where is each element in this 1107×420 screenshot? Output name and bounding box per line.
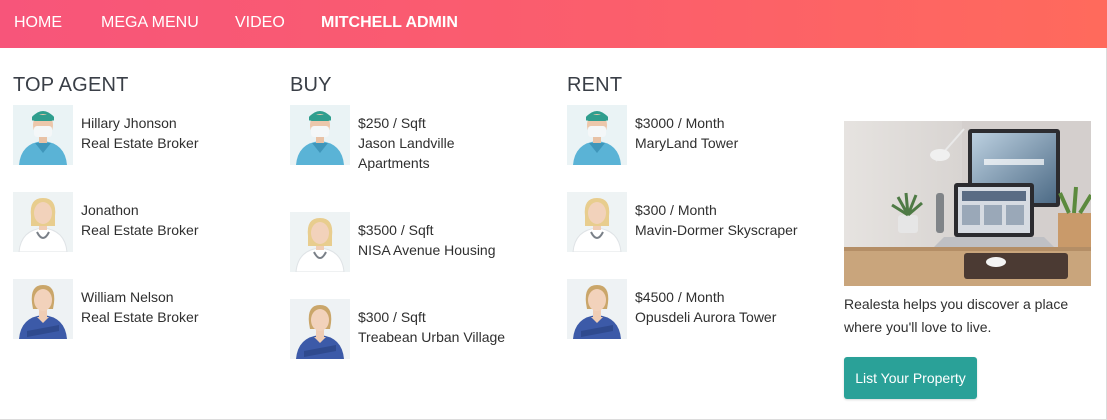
listing-price: $4500 / Month: [635, 289, 725, 305]
listing-price: $3500 / Sqft: [358, 222, 434, 238]
agent-card[interactable]: Hillary Jhonson Real Estate Broker: [13, 105, 283, 169]
agent-card[interactable]: Jonathon Real Estate Broker: [13, 192, 283, 256]
agent-role: Real Estate Broker: [81, 309, 199, 325]
nav-mega-menu[interactable]: MEGA MENU: [101, 14, 199, 32]
column-title-top-agent: TOP AGENT: [13, 74, 129, 96]
rent-listing-card[interactable]: $4500 / Month Opusdeli Aurora Tower: [567, 279, 837, 343]
avatar: [13, 192, 73, 252]
listing-price: $250 / Sqft: [358, 115, 426, 131]
agent-role: Real Estate Broker: [81, 222, 199, 238]
listing-name: Treabean Urban Village: [358, 329, 506, 345]
agent-role: Real Estate Broker: [81, 135, 199, 151]
agent-name: Hillary Jhonson: [81, 115, 177, 131]
listing-price: $300 / Sqft: [358, 309, 426, 325]
listing-thumbnail: [290, 105, 350, 165]
nav-video[interactable]: VIDEO: [235, 14, 285, 32]
buy-listing-card[interactable]: $300 / Sqft Treabean Urban Village: [290, 299, 560, 363]
top-navbar: HOME MEGA MENU VIDEO MITCHELL ADMIN: [0, 0, 1107, 48]
listing-thumbnail: [567, 192, 627, 252]
listing-name: Opusdeli Aurora Tower: [635, 309, 777, 325]
agent-card[interactable]: William Nelson Real Estate Broker: [13, 279, 283, 343]
listing-price: $300 / Month: [635, 202, 717, 218]
listing-name: NISA Avenue Housing: [358, 242, 496, 258]
promo-laptop-image: [844, 121, 1091, 286]
buy-listing-card[interactable]: $250 / Sqft Jason Landville Apartments: [290, 105, 560, 185]
nav-user-menu[interactable]: MITCHELL ADMIN: [321, 14, 458, 32]
listing-name: MaryLand Tower: [635, 135, 739, 151]
rent-listing-card[interactable]: $3000 / Month MaryLand Tower: [567, 105, 837, 169]
listing-name: Mavin-Dormer Skyscraper: [635, 222, 798, 238]
listing-price: $3000 / Month: [635, 115, 725, 131]
agent-name: William Nelson: [81, 289, 174, 305]
listing-thumbnail: [290, 212, 350, 272]
list-your-property-button[interactable]: List Your Property: [844, 357, 977, 399]
column-title-buy: BUY: [290, 74, 332, 96]
listing-thumbnail: [567, 279, 627, 339]
buy-listing-card[interactable]: $3500 / Sqft NISA Avenue Housing: [290, 212, 560, 276]
rent-listing-card[interactable]: $300 / Month Mavin-Dormer Skyscraper: [567, 192, 837, 256]
avatar: [13, 279, 73, 339]
promo-description: Realesta helps you discover a place wher…: [844, 296, 1069, 335]
agent-name: Jonathon: [81, 202, 139, 218]
listing-name: Jason Landville Apartments: [358, 135, 455, 171]
listing-thumbnail: [567, 105, 627, 165]
listing-thumbnail: [290, 299, 350, 359]
column-title-rent: RENT: [567, 74, 623, 96]
avatar: [13, 105, 73, 165]
nav-home[interactable]: HOME: [14, 14, 62, 32]
